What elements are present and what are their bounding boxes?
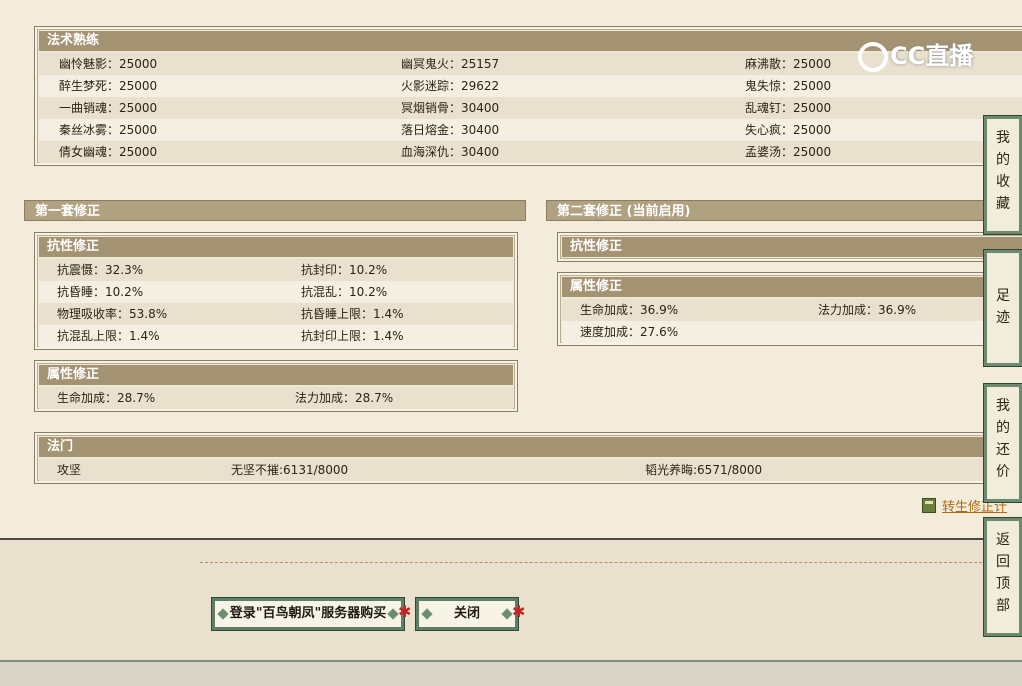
tab-char: 收 <box>996 174 1010 190</box>
divider <box>200 562 1022 563</box>
resist-cell: 抗封印上限：1.4% <box>301 329 404 343</box>
resist-row: 抗混乱上限：1.4% 抗封印上限：1.4% <box>39 325 513 347</box>
set2-resist-panel: 抗性修正 <box>557 232 1022 262</box>
buy-login-label: 登录"百鸟朝凤"服务器购买 <box>229 606 387 621</box>
resist-cell: 抗震慑：32.3% <box>57 263 144 277</box>
rebirth-link-text[interactable]: 转生修正计 <box>942 500 1007 515</box>
set1-attr-title: 属性修正 <box>39 365 513 385</box>
set1-attr-panel: 属性修正 生命加成：28.7% 法力加成：28.7% <box>34 360 518 412</box>
skill-cell: 血海深仇：30400 <box>401 145 500 159</box>
tab-char: 足 <box>996 288 1010 304</box>
famen-cell: 攻坚 <box>57 463 82 477</box>
skill-cell: 火影迷踪：29622 <box>401 79 500 93</box>
skills-row: 秦丝冰雾：25000 落日熔金：30400 失心疯：25000 <box>39 119 1022 141</box>
tab-char: 价 <box>996 464 1010 480</box>
set2-attr-rows: 生命加成：36.9% 法力加成：36.9% 速度加成：27.6% <box>562 299 1022 343</box>
attr-cell: 速度加成：27.6% <box>580 325 679 339</box>
attr-row: 生命加成：36.9% 法力加成：36.9% <box>562 299 1022 321</box>
attr-cell: 生命加成：36.9% <box>580 303 679 317</box>
tab-char: 还 <box>996 442 1010 458</box>
tab-char: 我 <box>996 130 1010 146</box>
tab-char: 回 <box>996 554 1010 570</box>
tab-char: 迹 <box>996 310 1010 326</box>
resist-row: 抗震慑：32.3% 抗封印：10.2% <box>39 259 513 281</box>
famen-rows: 攻坚 无坚不摧:6131/8000 韬光养晦:6571/8000 <box>39 459 1022 481</box>
set2-attr-title: 属性修正 <box>562 277 1022 297</box>
buy-login-button[interactable]: 登录"百鸟朝凤"服务器购买 <box>212 598 404 630</box>
attr-cell: 生命加成：28.7% <box>57 391 156 405</box>
cc-live-watermark: CC直播 <box>858 36 973 72</box>
set2-attr-panel: 属性修正 生命加成：36.9% 法力加成：36.9% 速度加成：27.6% <box>557 272 1022 346</box>
set1-resist-title: 抗性修正 <box>39 237 513 257</box>
attr-row: 速度加成：27.6% <box>562 321 1022 343</box>
skill-cell: 醉生梦死：25000 <box>59 79 158 93</box>
resist-cell: 抗昏睡上限：1.4% <box>301 307 404 321</box>
calculator-icon <box>922 498 936 513</box>
skills-row: 倩女幽魂：25000 血海深仇：30400 孟婆汤：25000 <box>39 141 1022 163</box>
set1-resist-panel: 抗性修正 抗震慑：32.3% 抗封印：10.2% 抗昏睡：10.2% 抗混乱：1… <box>34 232 518 350</box>
resist-cell: 抗昏睡：10.2% <box>57 285 144 299</box>
resist-cell: 抗混乱：10.2% <box>301 285 388 299</box>
ribbon-icon: ✱ <box>398 602 412 621</box>
skill-cell: 落日熔金：30400 <box>401 123 500 137</box>
resist-row: 抗昏睡：10.2% 抗混乱：10.2% <box>39 281 513 303</box>
skills-row: 醉生梦死：25000 火影迷踪：29622 鬼失惊：25000 <box>39 75 1022 97</box>
cc-logo-icon <box>858 42 888 72</box>
attr-cell: 法力加成：28.7% <box>295 391 394 405</box>
set2-resist-title: 抗性修正 <box>562 237 1022 257</box>
famen-cell: 无坚不摧:6131/8000 <box>231 463 349 477</box>
resist-row: 物理吸收率：53.8% 抗昏睡上限：1.4% <box>39 303 513 325</box>
skill-cell: 幽怜魅影：25000 <box>59 57 158 71</box>
set1-resist-rows: 抗震慑：32.3% 抗封印：10.2% 抗昏睡：10.2% 抗混乱：10.2% … <box>39 259 513 347</box>
skill-cell: 孟婆汤：25000 <box>745 145 832 159</box>
bottom-strip <box>0 660 1022 686</box>
ribbon-icon: ✱ <box>512 602 526 621</box>
famen-row: 攻坚 无坚不摧:6131/8000 韬光养晦:6571/8000 <box>39 459 1022 481</box>
resist-cell: 抗混乱上限：1.4% <box>57 329 160 343</box>
tab-char: 的 <box>996 152 1010 168</box>
skill-cell: 一曲销魂：25000 <box>59 101 158 115</box>
skill-cell: 倩女幽魂：25000 <box>59 145 158 159</box>
tab-char: 我 <box>996 398 1010 414</box>
tab-char: 藏 <box>996 196 1010 212</box>
famen-panel: 法门 攻坚 无坚不摧:6131/8000 韬光养晦:6571/8000 <box>34 432 1022 484</box>
close-label: 关闭 <box>453 606 480 621</box>
skill-cell: 冥烟销骨：30400 <box>401 101 500 115</box>
side-tab-favorites[interactable]: 我 的 收 藏 <box>984 116 1022 234</box>
side-tab-history[interactable]: 足 迹 <box>984 250 1022 366</box>
famen-title: 法门 <box>39 437 1022 457</box>
tab-char: 部 <box>996 598 1010 614</box>
tab-char: 返 <box>996 532 1010 548</box>
resist-cell: 物理吸收率：53.8% <box>57 307 168 321</box>
close-button[interactable]: 关闭 <box>416 598 518 630</box>
skill-cell: 失心疯：25000 <box>745 123 832 137</box>
tab-char: 的 <box>996 420 1010 436</box>
side-tab-my-offers[interactable]: 我 的 还 价 <box>984 384 1022 502</box>
skills-row: 一曲销魂：25000 冥烟销骨：30400 乱魂钉：25000 <box>39 97 1022 119</box>
side-tab-back-to-top[interactable]: 返 回 顶 部 <box>984 518 1022 636</box>
tab-char: 顶 <box>996 576 1010 592</box>
set1-title: 第一套修正 <box>24 200 526 221</box>
famen-cell: 韬光养晦:6571/8000 <box>645 463 763 477</box>
skill-cell: 鬼失惊：25000 <box>745 79 832 93</box>
skill-cell: 幽冥鬼火：25157 <box>401 57 500 71</box>
skill-cell: 乱魂钉：25000 <box>745 101 832 115</box>
set1-attr-rows: 生命加成：28.7% 法力加成：28.7% <box>39 387 513 409</box>
set2-title: 第二套修正 (当前启用) <box>546 200 1022 221</box>
attr-cell: 法力加成：36.9% <box>818 303 917 317</box>
resist-cell: 抗封印：10.2% <box>301 263 388 277</box>
skill-cell: 秦丝冰雾：25000 <box>59 123 158 137</box>
skill-cell: 麻沸散：25000 <box>745 57 832 71</box>
watermark-text: CC直播 <box>890 42 974 70</box>
attr-row: 生命加成：28.7% 法力加成：28.7% <box>39 387 513 409</box>
